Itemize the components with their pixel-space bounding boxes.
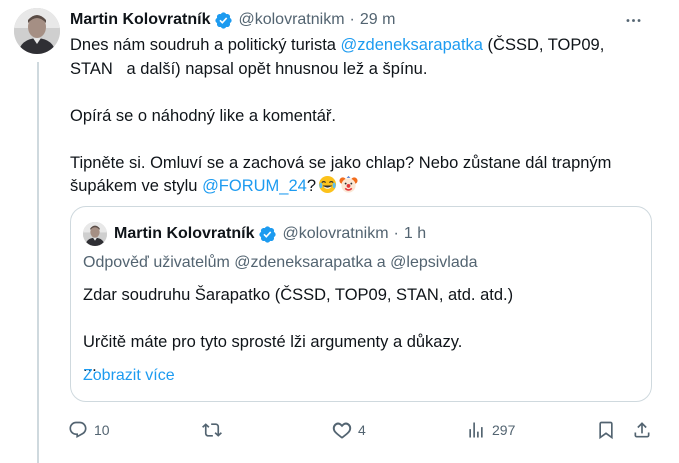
- author-name[interactable]: Martin Kolovratník: [70, 11, 210, 29]
- verified-badge-icon[interactable]: [214, 11, 233, 30]
- post-header: Martin Kolovratník @kolovratnikm · 29 m: [70, 9, 395, 31]
- clown-face-emoji: [339, 175, 358, 194]
- repost-icon: [202, 420, 222, 440]
- reply-button[interactable]: 10: [68, 418, 110, 442]
- share-button[interactable]: [632, 418, 652, 442]
- like-icon: [332, 420, 352, 440]
- action-bar: 10 4 297: [68, 418, 654, 442]
- quote-spacer: [83, 308, 639, 332]
- reply-context: Odpověď uživatelům @zdeneksarapatka a @l…: [83, 254, 478, 272]
- text-span: Dnes nám soudruh a politický turista: [70, 36, 341, 54]
- text-span: ?: [306, 177, 317, 195]
- show-more-link[interactable]: Zobrazit více: [83, 367, 175, 385]
- views-count: 297: [492, 422, 516, 438]
- repost-button[interactable]: [202, 418, 228, 442]
- quote-line-2: Určitě máte pro tyto sprosté lži argumen…: [83, 333, 463, 351]
- quote-author-name: Martin Kolovratník: [114, 225, 255, 242]
- post-time[interactable]: 29 m: [360, 11, 396, 29]
- quoted-tweet[interactable]: Martin Kolovratník @kolovratnikm · 1 h O…: [70, 206, 652, 402]
- post-paragraph-1: Dnes nám soudruh a politický turista @zd…: [70, 34, 650, 81]
- mention-link[interactable]: @FORUM_24: [202, 177, 307, 195]
- reply-user-link[interactable]: @lepsivlada: [390, 254, 477, 271]
- reply-count: 10: [94, 422, 110, 438]
- quote-header: Martin Kolovratník @kolovratnikm · 1 h: [83, 222, 426, 246]
- avatar[interactable]: [14, 8, 60, 54]
- verified-badge-icon: [258, 225, 277, 244]
- like-button[interactable]: 4: [332, 418, 366, 442]
- thread-line: [37, 62, 39, 463]
- post-text: Dnes nám soudruh a politický turista @zd…: [70, 34, 650, 199]
- more-options-icon[interactable]: [623, 10, 643, 30]
- reply-and: a: [372, 254, 391, 271]
- post-paragraph-3: Tipněte si. Omluví se a zachová se jako …: [70, 152, 650, 199]
- reply-user-link[interactable]: @zdeneksarapatka: [234, 254, 372, 271]
- bookmark-icon: [596, 420, 616, 440]
- bookmark-button[interactable]: [596, 418, 616, 442]
- separator-dot: ·: [349, 11, 355, 28]
- tweet[interactable]: Martin Kolovratník @kolovratnikm · 29 m …: [0, 0, 679, 463]
- quote-avatar: [83, 222, 107, 246]
- face-with-tears-of-joy-emoji: [318, 175, 337, 194]
- quote-time: 1 h: [403, 225, 427, 242]
- author-handle[interactable]: @kolovratnikm: [238, 11, 344, 29]
- share-icon: [632, 420, 652, 440]
- views-button[interactable]: 297: [466, 418, 515, 442]
- quote-author-handle: @kolovratnikm: [282, 225, 389, 242]
- quote-line-1: Zdar soudruhu Šarapatko (ČSSD, TOP09, ST…: [83, 286, 514, 304]
- quote-text: Zdar soudruhu Šarapatko (ČSSD, TOP09, ST…: [83, 284, 639, 378]
- reply-icon: [68, 420, 88, 440]
- like-count: 4: [358, 422, 366, 438]
- views-icon: [466, 420, 486, 440]
- reply-prefix: Odpověď uživatelům: [83, 254, 235, 271]
- post-paragraph-2: Opírá se o náhodný like a komentář.: [70, 106, 336, 125]
- mention-link[interactable]: @zdeneksarapatka: [341, 36, 483, 54]
- separator-dot: ·: [393, 225, 399, 242]
